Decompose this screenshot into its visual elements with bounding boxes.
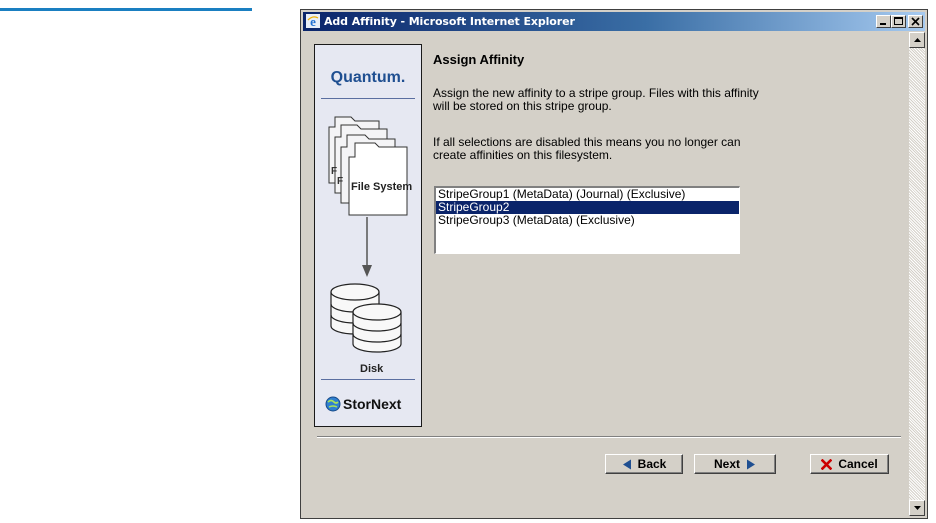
- close-button[interactable]: [908, 15, 923, 28]
- next-button-label: Next: [713, 457, 740, 471]
- minimize-button[interactable]: [876, 15, 891, 28]
- file-system-folders-icon: F F: [328, 116, 408, 216]
- stornext-globe-icon: [325, 396, 341, 412]
- maximize-button[interactable]: [891, 15, 906, 28]
- sidebar-divider-bottom: [321, 379, 415, 380]
- warning-text: If all selections are disabled this mean…: [433, 136, 853, 162]
- stripe-group-option[interactable]: StripeGroup3 (MetaData) (Exclusive): [436, 214, 739, 227]
- cancel-button-label: Cancel: [838, 457, 878, 471]
- back-button[interactable]: Back: [605, 454, 683, 474]
- warning-line-2: create affinities on this filesystem.: [433, 148, 613, 162]
- triangle-right-icon: [747, 459, 755, 469]
- scroll-up-button[interactable]: [909, 32, 925, 48]
- red-x-icon: [821, 458, 833, 470]
- quantum-logo: Quantum.: [330, 69, 406, 86]
- internet-explorer-icon: e: [306, 14, 320, 28]
- description-line-2: will be stored on this stripe group.: [433, 99, 612, 113]
- description-text: Assign the new affinity to a stripe grou…: [433, 87, 853, 113]
- window-title: Add Affinity - Microsoft Internet Explor…: [324, 15, 575, 28]
- svg-text:e: e: [310, 14, 316, 28]
- cancel-button[interactable]: Cancel: [810, 454, 889, 474]
- page-title: Assign Affinity: [433, 52, 525, 67]
- triangle-left-icon: [622, 459, 631, 469]
- sidebar-divider: [321, 98, 415, 99]
- document-header-rule: [0, 8, 252, 11]
- next-button[interactable]: Next: [694, 454, 776, 474]
- title-bar[interactable]: e Add Affinity - Microsoft Internet Expl…: [303, 12, 925, 31]
- wizard-sidebar: Quantum. F F File System Disk StorNext: [314, 44, 422, 427]
- arrow-up-icon: [914, 38, 921, 42]
- maximize-icon: [894, 17, 903, 25]
- arrow-down-icon: [914, 506, 921, 510]
- dialog-window: e Add Affinity - Microsoft Internet Expl…: [300, 9, 928, 519]
- close-icon: [911, 17, 920, 26]
- disk-icon: [330, 283, 402, 353]
- minimize-icon: [880, 23, 886, 25]
- scroll-down-button[interactable]: [909, 500, 925, 516]
- svg-text:F: F: [337, 176, 343, 187]
- back-button-label: Back: [637, 457, 667, 471]
- file-system-label: File System: [351, 181, 413, 193]
- down-arrow-icon: [362, 217, 372, 277]
- stripe-group-listbox[interactable]: StripeGroup1 (MetaData) (Journal) (Exclu…: [434, 186, 740, 254]
- button-separator: [317, 436, 901, 438]
- stornext-brand: StorNext: [343, 396, 402, 412]
- vertical-scrollbar[interactable]: [909, 32, 925, 516]
- disk-label: Disk: [360, 363, 384, 375]
